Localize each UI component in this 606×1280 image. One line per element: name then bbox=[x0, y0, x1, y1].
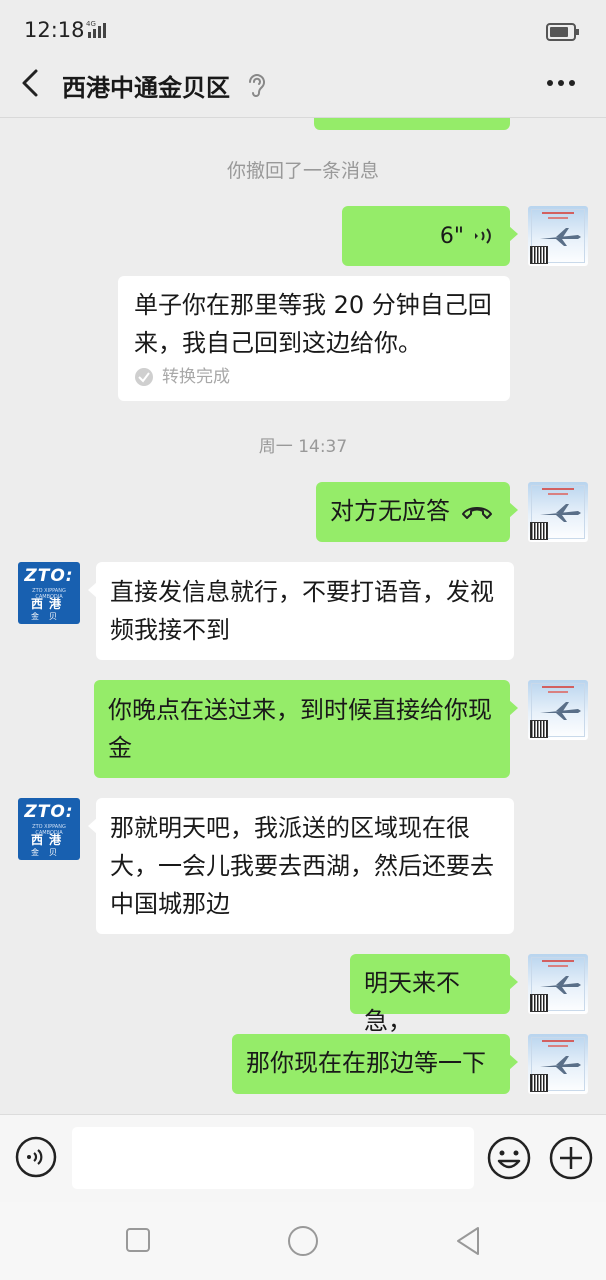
chat-title: 西港中通金贝区 bbox=[62, 74, 230, 102]
chat-message-list[interactable]: 你撤回了一条消息 6" 单子你在那里等我 20 分钟自己回来，我自己回到这边给你… bbox=[0, 118, 606, 1114]
transcript-text: 单子你在那里等我 20 分钟自己回来，我自己回到这边给你。 bbox=[134, 291, 492, 357]
voice-transcript-card[interactable]: 单子你在那里等我 20 分钟自己回来，我自己回到这边给你。 转换完成 bbox=[118, 276, 510, 401]
transcript-status-label: 转换完成 bbox=[162, 367, 230, 387]
back-arrow-icon[interactable] bbox=[14, 66, 48, 100]
signal-icon: 4G bbox=[86, 20, 106, 38]
voice-wave-icon bbox=[475, 228, 491, 244]
call-status-text: 对方无应答 bbox=[330, 497, 450, 525]
timestamp: 周一 14:37 bbox=[258, 437, 348, 457]
message-bubble-partial[interactable] bbox=[314, 118, 510, 130]
self-avatar[interactable] bbox=[528, 954, 588, 1014]
status-time: 12:18 bbox=[24, 18, 85, 42]
input-bar bbox=[0, 1114, 606, 1202]
self-avatar[interactable] bbox=[528, 206, 588, 266]
message-bubble-outgoing[interactable]: 明天来不急， bbox=[350, 954, 518, 1035]
more-options-icon[interactable] bbox=[544, 66, 578, 100]
transcript-status: 转换完成 bbox=[134, 366, 494, 388]
hangup-phone-icon bbox=[462, 507, 492, 519]
emoji-icon[interactable] bbox=[486, 1135, 532, 1181]
plus-icon[interactable] bbox=[548, 1135, 594, 1181]
message-bubble-outgoing[interactable]: 你晚点在送过来，到时候直接给你现金 bbox=[94, 680, 518, 778]
contact-avatar[interactable]: ZTO: ZTO XIPPANG CAMBODIA 西港 金贝 bbox=[18, 798, 80, 860]
message-text: 直接发信息就行，不要打语音，发视频我接不到 bbox=[110, 578, 494, 644]
message-bubble-incoming[interactable]: 那就明天吧，我派送的区域现在很大，一会儿我要去西湖，然后还要去中国城那边 bbox=[88, 798, 514, 934]
message-bubble-outgoing[interactable]: 那你现在在那边等一下 bbox=[232, 1034, 518, 1094]
battery-icon bbox=[546, 23, 579, 41]
message-text: 那就明天吧，我派送的区域现在很大，一会儿我要去西湖，然后还要去中国城那边 bbox=[110, 814, 494, 918]
message-bubble-incoming[interactable]: 直接发信息就行，不要打语音，发视频我接不到 bbox=[88, 562, 514, 660]
network-type: 4G bbox=[86, 20, 96, 28]
message-input[interactable] bbox=[72, 1127, 474, 1189]
recall-notice: 你撤回了一条消息 bbox=[226, 160, 379, 182]
message-text: 那你现在在那边等一下 bbox=[246, 1049, 486, 1077]
call-record-bubble[interactable]: 对方无应答 bbox=[316, 482, 518, 542]
self-avatar[interactable] bbox=[528, 482, 588, 542]
recent-apps-icon[interactable] bbox=[124, 1226, 152, 1254]
message-text: 你晚点在送过来，到时候直接给你现金 bbox=[108, 696, 492, 762]
check-circle-icon bbox=[135, 368, 153, 386]
earpiece-mode-icon bbox=[249, 74, 265, 97]
nav-back-icon[interactable] bbox=[452, 1224, 484, 1258]
chat-header: 西港中通金贝区 bbox=[0, 52, 606, 118]
system-navigation-bar bbox=[0, 1202, 606, 1280]
voice-duration: 6" bbox=[439, 224, 464, 249]
contact-avatar[interactable]: ZTO: ZTO XIPPANG CAMBODIA 西港 金贝 bbox=[18, 562, 80, 624]
home-icon[interactable] bbox=[286, 1224, 320, 1258]
voice-input-icon[interactable] bbox=[14, 1135, 58, 1179]
voice-message-bubble[interactable]: 6" bbox=[342, 206, 518, 266]
self-avatar[interactable] bbox=[528, 680, 588, 740]
message-text: 明天来不急， bbox=[364, 969, 460, 1035]
self-avatar[interactable] bbox=[528, 1034, 588, 1094]
